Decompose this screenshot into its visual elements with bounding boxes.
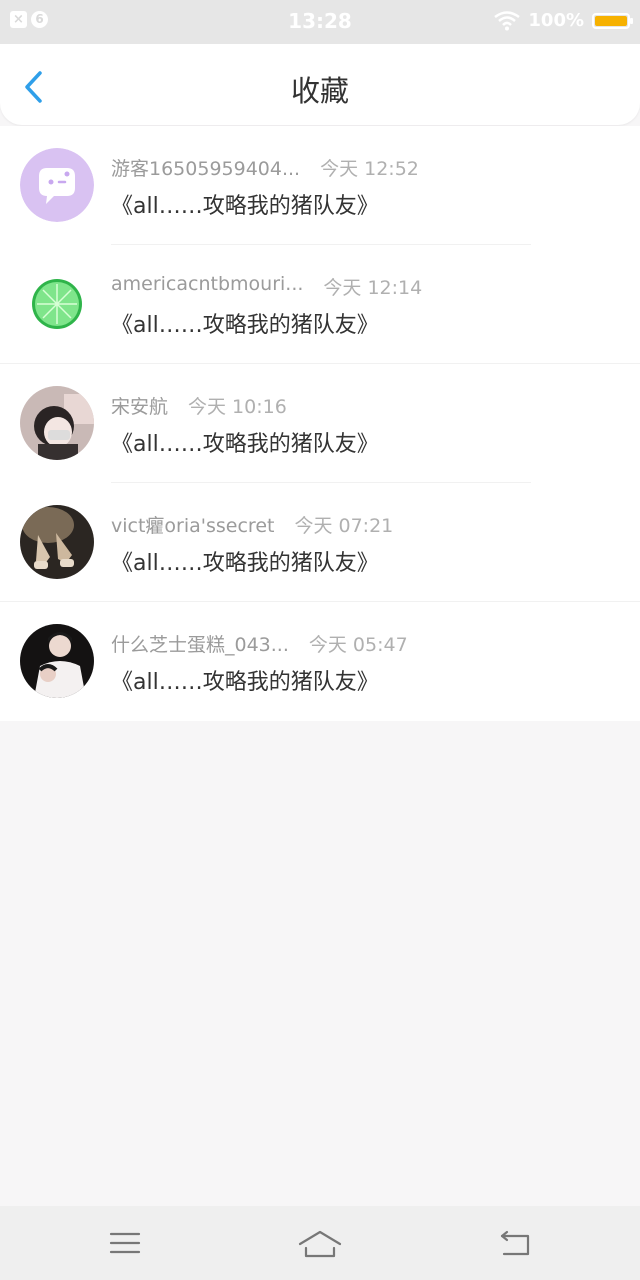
list-item[interactable]: 宋安航 今天 10:16 《all……攻略我的猪队友》	[0, 364, 640, 483]
item-title: 《all……攻略我的猪队友》	[111, 551, 379, 576]
item-title: 《all……攻略我的猪队友》	[111, 670, 379, 695]
avatar[interactable]	[20, 505, 94, 579]
item-time: 今天 05:47	[308, 634, 408, 656]
list-item[interactable]: 什么芝士蛋糕_043... 今天 05:47 《all……攻略我的猪队友》	[0, 602, 640, 721]
avatar[interactable]	[20, 624, 94, 698]
back-nav-icon[interactable]	[496, 1224, 536, 1264]
item-time: 今天 12:52	[320, 158, 419, 180]
list-item[interactable]: vict癯oria'ssecret 今天 07:21 《all……攻略我的猪队友…	[0, 483, 640, 602]
header: 收藏	[0, 44, 640, 125]
avatar[interactable]	[20, 267, 94, 341]
item-time: 今天 07:21	[294, 515, 394, 537]
item-username: 什么芝士蛋糕_043...	[111, 634, 289, 656]
list-item[interactable]: americacntbmouri... 今天 12:14 《all……攻略我的猪…	[0, 245, 640, 364]
status-bar: × 6 13:28 100%	[0, 0, 640, 44]
item-title: 《all……攻略我的猪队友》	[111, 432, 379, 457]
system-nav-bar	[0, 1206, 640, 1280]
item-time: 今天 12:14	[323, 277, 423, 299]
item-username: americacntbmouri...	[111, 273, 304, 295]
item-title: 《all……攻略我的猪队友》	[111, 313, 379, 338]
menu-icon[interactable]	[105, 1224, 145, 1264]
item-username: vict癯oria'ssecret	[111, 515, 275, 537]
page-title: 收藏	[290, 74, 349, 108]
item-username: 游客16505959404...	[111, 158, 301, 180]
battery-percent: 100%	[528, 10, 584, 31]
item-username: 宋安航	[111, 396, 169, 418]
avatar[interactable]	[20, 386, 94, 460]
list-item[interactable]: 游客16505959404... 今天 12:52 《all……攻略我的猪队友》	[0, 126, 640, 245]
favorites-list: 游客16505959404... 今天 12:52 《all……攻略我的猪队友》…	[0, 126, 640, 721]
avatar[interactable]	[20, 148, 94, 222]
battery-icon	[592, 12, 633, 29]
item-title: 《all……攻略我的猪队友》	[111, 194, 379, 219]
wifi-icon	[494, 10, 521, 30]
home-icon[interactable]	[298, 1224, 342, 1264]
item-time: 今天 10:16	[188, 396, 287, 418]
